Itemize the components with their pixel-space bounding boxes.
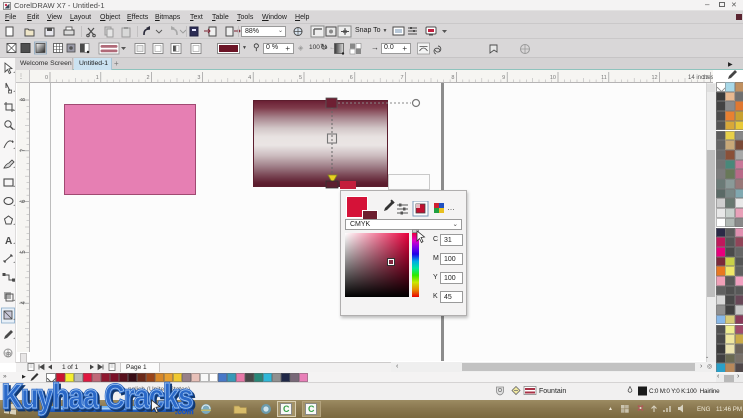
svg-text:Kuyhaa Cracks: Kuyhaa Cracks <box>2 378 193 416</box>
svg-text:.com: .com <box>175 407 194 416</box>
svg-text:A: A <box>5 236 12 247</box>
